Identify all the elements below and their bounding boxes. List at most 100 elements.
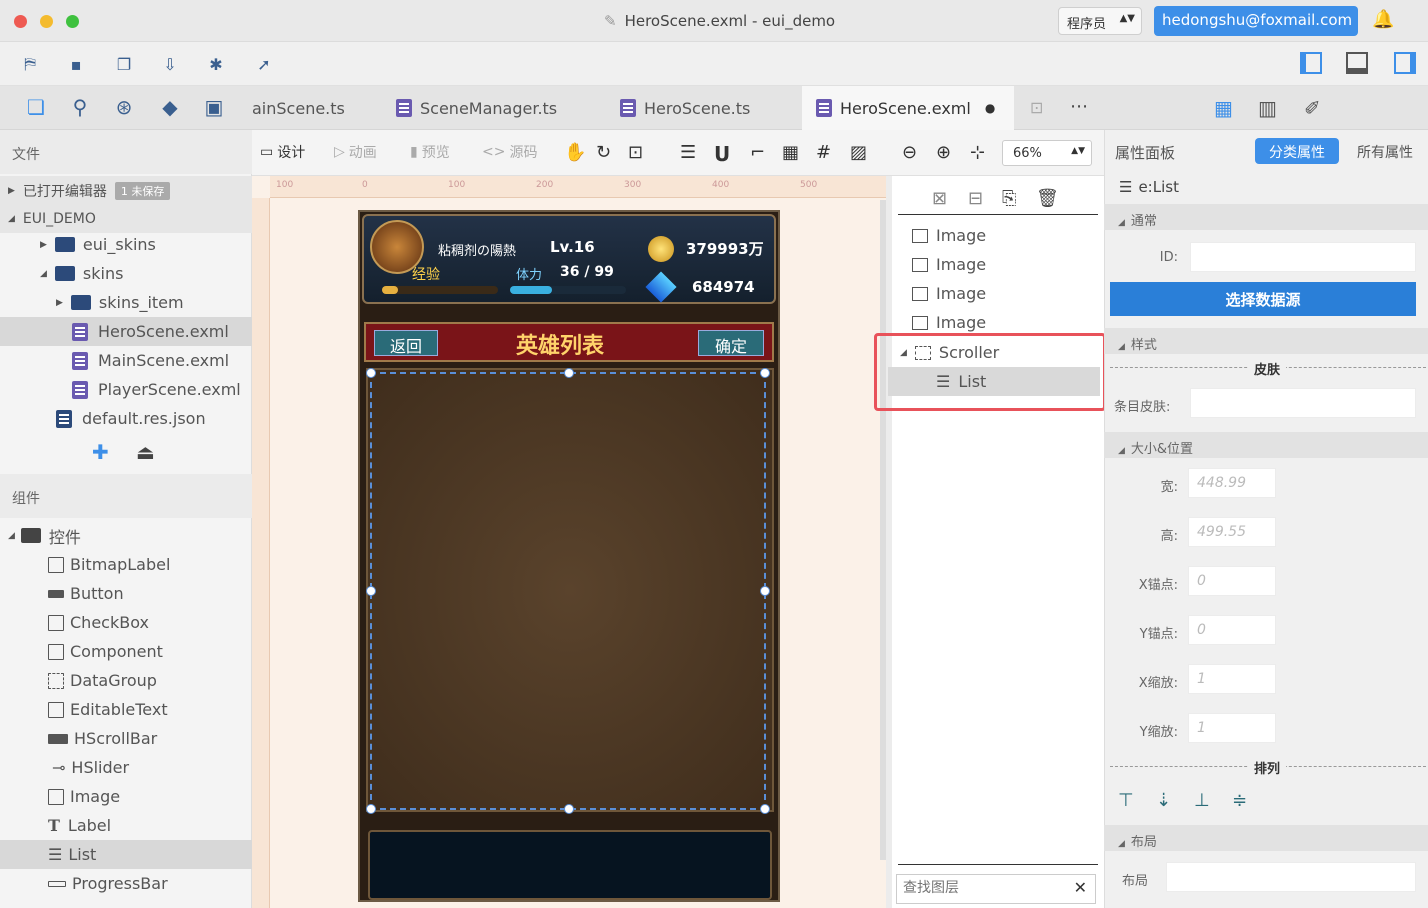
debug-icon[interactable]: ✱ (204, 52, 228, 76)
layer-ungroup-icon[interactable]: ⊟ (968, 188, 983, 209)
resize-handle-b[interactable] (564, 804, 574, 814)
brush-icon[interactable]: ✐ (1304, 96, 1321, 120)
project-row[interactable]: ◢ EUI_DEMO (0, 204, 252, 233)
item-skin-input[interactable] (1190, 388, 1416, 418)
tab-mainscene-ts[interactable]: ainScene.ts (252, 86, 382, 130)
zoom-out-icon[interactable]: ⊖ (902, 142, 917, 163)
resize-handle-tr[interactable] (760, 368, 770, 378)
group-style[interactable]: ◢ 样式 (1104, 328, 1428, 354)
component-label[interactable]: T Label (0, 811, 252, 840)
group-layout[interactable]: ◢ 布局 (1104, 825, 1428, 851)
resize-handle-tl[interactable] (366, 368, 376, 378)
clear-search-icon[interactable]: ✕ (1074, 878, 1087, 897)
component-progressbar[interactable]: ProgressBar (0, 869, 252, 898)
hand-icon[interactable]: ✋ (564, 142, 586, 163)
maximize-window-button[interactable] (66, 15, 79, 28)
layer-search[interactable]: ✕ (896, 874, 1096, 904)
group-common[interactable]: ◢ 通常 (1104, 204, 1428, 230)
zoom-select[interactable]: 66% ▲▼ (1002, 140, 1092, 166)
library-icon[interactable]: ▥ (1258, 96, 1277, 120)
close-window-button[interactable] (14, 15, 27, 28)
layer-copy-icon[interactable]: ⎘ (1002, 188, 1016, 209)
new-project-icon[interactable]: ⛿ (18, 52, 42, 76)
role-select[interactable]: 程序员 ▲▼ (1058, 7, 1142, 35)
distribute-icon[interactable]: ≑ (1232, 790, 1247, 811)
more-icon[interactable]: ⋯ (1070, 96, 1088, 117)
explorer-icon[interactable]: ❏ (24, 95, 48, 119)
split-editor-icon[interactable]: ⊡ (1030, 98, 1043, 117)
save-icon[interactable]: ▪ (64, 52, 88, 76)
tab-heroscene-ts[interactable]: HeroScene.ts (620, 86, 800, 130)
component-datagroup[interactable]: DataGroup (0, 666, 252, 695)
group-size-position[interactable]: ◢ 大小&位置 (1104, 432, 1428, 458)
tree-item-skins[interactable]: ◢ skins (0, 259, 252, 288)
yscale-input[interactable]: 1 (1188, 713, 1276, 743)
minimize-window-button[interactable] (40, 15, 53, 28)
snap-icon[interactable]: U (714, 142, 730, 166)
tree-item-eui-skins[interactable]: ▶ eui_skins (0, 230, 252, 259)
height-input[interactable]: 499.55 (1188, 517, 1276, 547)
tab-all-props[interactable]: 所有属性 (1357, 142, 1413, 162)
xanchor-input[interactable]: 0 (1188, 566, 1276, 596)
center-icon[interactable]: ⊹ (970, 142, 985, 163)
preview-mode-button[interactable]: ▮ 预览 (410, 142, 450, 162)
layer-image-3[interactable]: Image (912, 279, 1102, 308)
resize-handle-bl[interactable] (366, 804, 376, 814)
run-icon[interactable]: ➚ (252, 52, 276, 76)
resources-icon[interactable]: ▣ (202, 95, 226, 119)
canvas-scrollbar[interactable] (880, 200, 886, 860)
source-mode-button[interactable]: <> 源码 (482, 142, 537, 162)
save-all-icon[interactable]: ❐ (112, 52, 136, 76)
account-button[interactable]: hedongshu@foxmail.com (1154, 6, 1358, 36)
puzzle-icon[interactable]: ✚ (92, 440, 109, 464)
layout-select[interactable] (1166, 862, 1416, 892)
toggle-left-panel-icon[interactable] (1300, 52, 1322, 74)
layer-image-1[interactable]: Image (912, 221, 1102, 250)
resize-handle-br[interactable] (760, 804, 770, 814)
select-datasource-button[interactable]: 选择数据源 (1110, 282, 1416, 316)
tree-item-heroscene-exml[interactable]: HeroScene.exml (0, 317, 252, 346)
component-hscrollbar[interactable]: HScrollBar (0, 724, 252, 753)
zoom-in-icon[interactable]: ⊕ (936, 142, 951, 163)
tree-item-skins-item[interactable]: ▶ skins_item (0, 288, 252, 317)
tree-item-playerscene-exml[interactable]: PlayerScene.exml (0, 375, 252, 404)
search-icon[interactable]: ⚲ (68, 95, 92, 119)
align-icon[interactable]: ☰ (680, 142, 696, 163)
resize-handle-l[interactable] (366, 586, 376, 596)
component-image[interactable]: Image (0, 782, 252, 811)
design-mode-button[interactable]: ▭ 设计 (260, 142, 305, 162)
component-bitmaplabel[interactable]: BitmapLabel (0, 550, 252, 579)
properties-icon[interactable]: ▦ (1214, 96, 1233, 120)
layer-image-2[interactable]: Image (912, 250, 1102, 279)
component-list[interactable]: ☰ List (0, 840, 252, 869)
component-button[interactable]: Button (0, 579, 252, 608)
bell-icon[interactable]: 🔔 (1372, 9, 1394, 30)
extensions-icon[interactable]: ⊛ (112, 95, 136, 119)
git-icon[interactable]: ◆ (158, 95, 182, 119)
component-checkbox[interactable]: CheckBox (0, 608, 252, 637)
grid-icon[interactable]: ▦ (782, 142, 799, 163)
hash-grid-icon[interactable]: # (816, 142, 831, 163)
width-input[interactable]: 448.99 (1188, 468, 1276, 498)
image-edit-icon[interactable]: ▨ (850, 142, 867, 163)
resize-handle-r[interactable] (760, 586, 770, 596)
yanchor-input[interactable]: 0 (1188, 615, 1276, 645)
tree-item-default-res-json[interactable]: default.res.json (0, 404, 252, 433)
layer-search-input[interactable] (897, 875, 1057, 901)
layer-group-icon[interactable]: ⊠ (932, 188, 947, 209)
xscale-input[interactable]: 1 (1188, 664, 1276, 694)
trash-icon[interactable]: 🗑 (1036, 188, 1059, 209)
toggle-bottom-panel-icon[interactable] (1346, 52, 1368, 74)
component-editabletext[interactable]: EditableText (0, 695, 252, 724)
align-middle-icon[interactable]: ⇣ (1156, 790, 1171, 811)
guide-icon[interactable]: ⌐ (750, 142, 765, 163)
animation-mode-button[interactable]: ▷ 动画 (334, 142, 377, 162)
publish-icon[interactable]: ⇩ (158, 52, 182, 76)
fit-icon[interactable]: ⊡ (628, 142, 643, 163)
refresh-icon[interactable]: ↻ (596, 142, 611, 163)
controls-folder[interactable]: ◢ 控件 (0, 521, 252, 550)
confirm-button[interactable]: 确定 (698, 330, 764, 356)
tab-classified-props[interactable]: 分类属性 (1255, 138, 1339, 164)
toggle-right-panel-icon[interactable] (1394, 52, 1416, 74)
component-component[interactable]: Component (0, 637, 252, 666)
